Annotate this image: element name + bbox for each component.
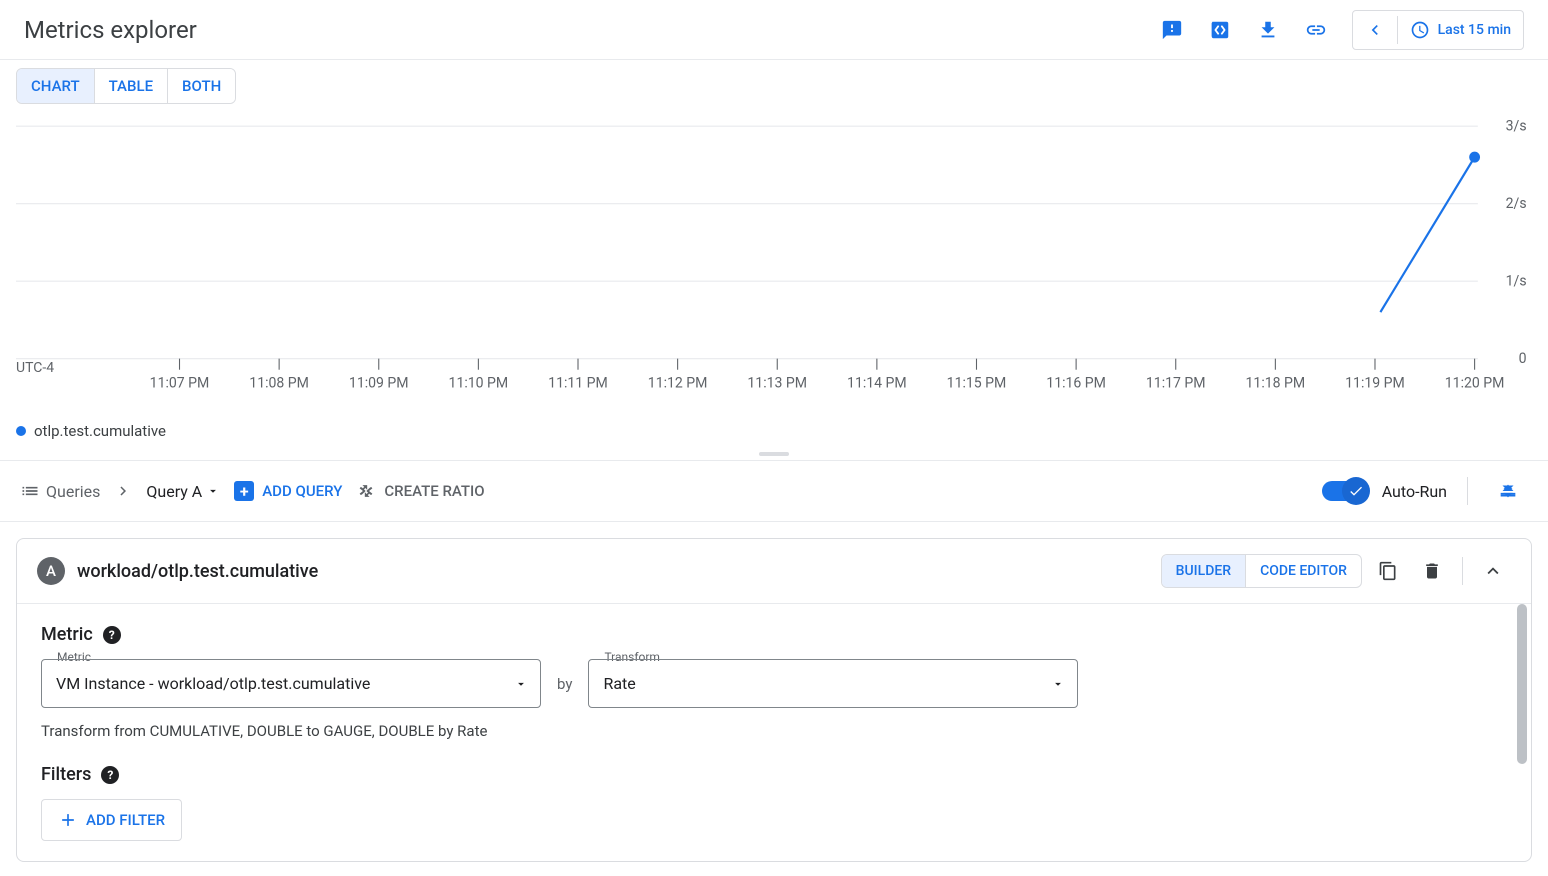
chart-data-point xyxy=(1469,152,1480,163)
time-range-button[interactable]: Last 15 min xyxy=(1352,10,1524,50)
svg-text:11:10 PM: 11:10 PM xyxy=(449,375,509,391)
svg-text:11:13 PM: 11:13 PM xyxy=(747,375,807,391)
collapse-all-icon[interactable] xyxy=(1488,471,1528,511)
query-toolbar: Queries Query A + ADD QUERY CREATE RATIO… xyxy=(0,460,1548,522)
header-actions: Last 15 min xyxy=(1152,10,1524,50)
tab-table[interactable]: TABLE xyxy=(95,69,168,103)
query-panel: A workload/otlp.test.cumulative BUILDER … xyxy=(16,538,1532,862)
queries-breadcrumb[interactable]: Queries xyxy=(20,481,100,501)
plus-icon: + xyxy=(234,481,254,501)
check-icon xyxy=(1342,477,1370,505)
query-badge: A xyxy=(37,557,65,585)
tab-chart[interactable]: CHART xyxy=(17,69,95,103)
page-title: Metrics explorer xyxy=(24,16,197,44)
transform-description: Transform from CUMULATIVE, DOUBLE to GAU… xyxy=(41,722,1507,740)
svg-text:11:16 PM: 11:16 PM xyxy=(1046,375,1106,391)
svg-text:2/s: 2/s xyxy=(1506,196,1527,212)
query-selector[interactable]: Query A xyxy=(146,482,220,501)
copy-icon[interactable] xyxy=(1370,553,1406,589)
svg-text:11:19 PM: 11:19 PM xyxy=(1345,375,1405,391)
add-filter-button[interactable]: ADD FILTER xyxy=(41,799,182,841)
feedback-icon[interactable] xyxy=(1152,10,1192,50)
query-title: workload/otlp.test.cumulative xyxy=(77,561,318,582)
editor-mode-toggle: BUILDER CODE EDITOR xyxy=(1161,554,1362,588)
create-ratio-button[interactable]: CREATE RATIO xyxy=(356,481,484,501)
plus-icon xyxy=(58,810,78,830)
clock-icon xyxy=(1410,20,1430,40)
collapse-panel-icon[interactable] xyxy=(1475,553,1511,589)
filters-section-label: Filters ? xyxy=(41,764,1507,785)
chart-series-line xyxy=(1380,157,1474,312)
autorun-toggle[interactable] xyxy=(1322,481,1366,501)
svg-text:11:12 PM: 11:12 PM xyxy=(648,375,708,391)
svg-text:0: 0 xyxy=(1519,351,1527,367)
chart-legend: otlp.test.cumulative xyxy=(0,414,1548,448)
list-icon xyxy=(20,481,40,501)
download-icon[interactable] xyxy=(1248,10,1288,50)
svg-text:11:07 PM: 11:07 PM xyxy=(150,375,210,391)
svg-text:3/s: 3/s xyxy=(1506,118,1527,134)
add-query-button[interactable]: + ADD QUERY xyxy=(234,481,342,501)
mode-builder-button[interactable]: BUILDER xyxy=(1162,555,1246,587)
transform-select[interactable]: Rate xyxy=(588,659,1078,708)
svg-text:11:09 PM: 11:09 PM xyxy=(349,375,409,391)
time-range-label: Last 15 min xyxy=(1438,22,1511,38)
metric-select[interactable]: VM Instance - workload/otlp.test.cumulat… xyxy=(41,659,541,708)
svg-text:11:08 PM: 11:08 PM xyxy=(249,375,309,391)
svg-text:11:14 PM: 11:14 PM xyxy=(847,375,907,391)
svg-text:11:18 PM: 11:18 PM xyxy=(1246,375,1306,391)
autorun-label: Auto-Run xyxy=(1382,482,1447,501)
svg-text:11:11 PM: 11:11 PM xyxy=(548,375,608,391)
code-icon[interactable] xyxy=(1200,10,1240,50)
ratio-icon xyxy=(356,481,376,501)
help-icon[interactable]: ? xyxy=(101,766,119,784)
legend-series-name: otlp.test.cumulative xyxy=(34,422,166,440)
svg-text:11:17 PM: 11:17 PM xyxy=(1146,375,1206,391)
svg-text:11:20 PM: 11:20 PM xyxy=(1445,375,1505,391)
delete-icon[interactable] xyxy=(1414,553,1450,589)
scrollbar[interactable] xyxy=(1517,604,1527,764)
chevron-right-icon xyxy=(114,482,132,500)
svg-text:1/s: 1/s xyxy=(1506,273,1527,289)
by-label: by xyxy=(557,675,572,693)
mode-code-editor-button[interactable]: CODE EDITOR xyxy=(1246,555,1361,587)
help-icon[interactable]: ? xyxy=(103,626,121,644)
link-icon[interactable] xyxy=(1296,10,1336,50)
tab-both[interactable]: BOTH xyxy=(168,69,235,103)
chevron-left-icon xyxy=(1365,20,1385,40)
svg-text:11:15 PM: 11:15 PM xyxy=(947,375,1007,391)
legend-dot-icon xyxy=(16,426,26,436)
dropdown-arrow-icon xyxy=(514,677,528,691)
dropdown-arrow-icon xyxy=(206,484,220,498)
metric-section-label: Metric ? xyxy=(41,624,1507,645)
timezone-label: UTC-4 xyxy=(16,360,54,376)
dropdown-arrow-icon xyxy=(1051,677,1065,691)
resize-handle[interactable] xyxy=(0,448,1548,460)
chart-area: 3/s 2/s 1/s 0 11:07 PM 11:08 PM 11:09 PM… xyxy=(0,104,1548,414)
view-toggle: CHART TABLE BOTH xyxy=(16,68,236,104)
